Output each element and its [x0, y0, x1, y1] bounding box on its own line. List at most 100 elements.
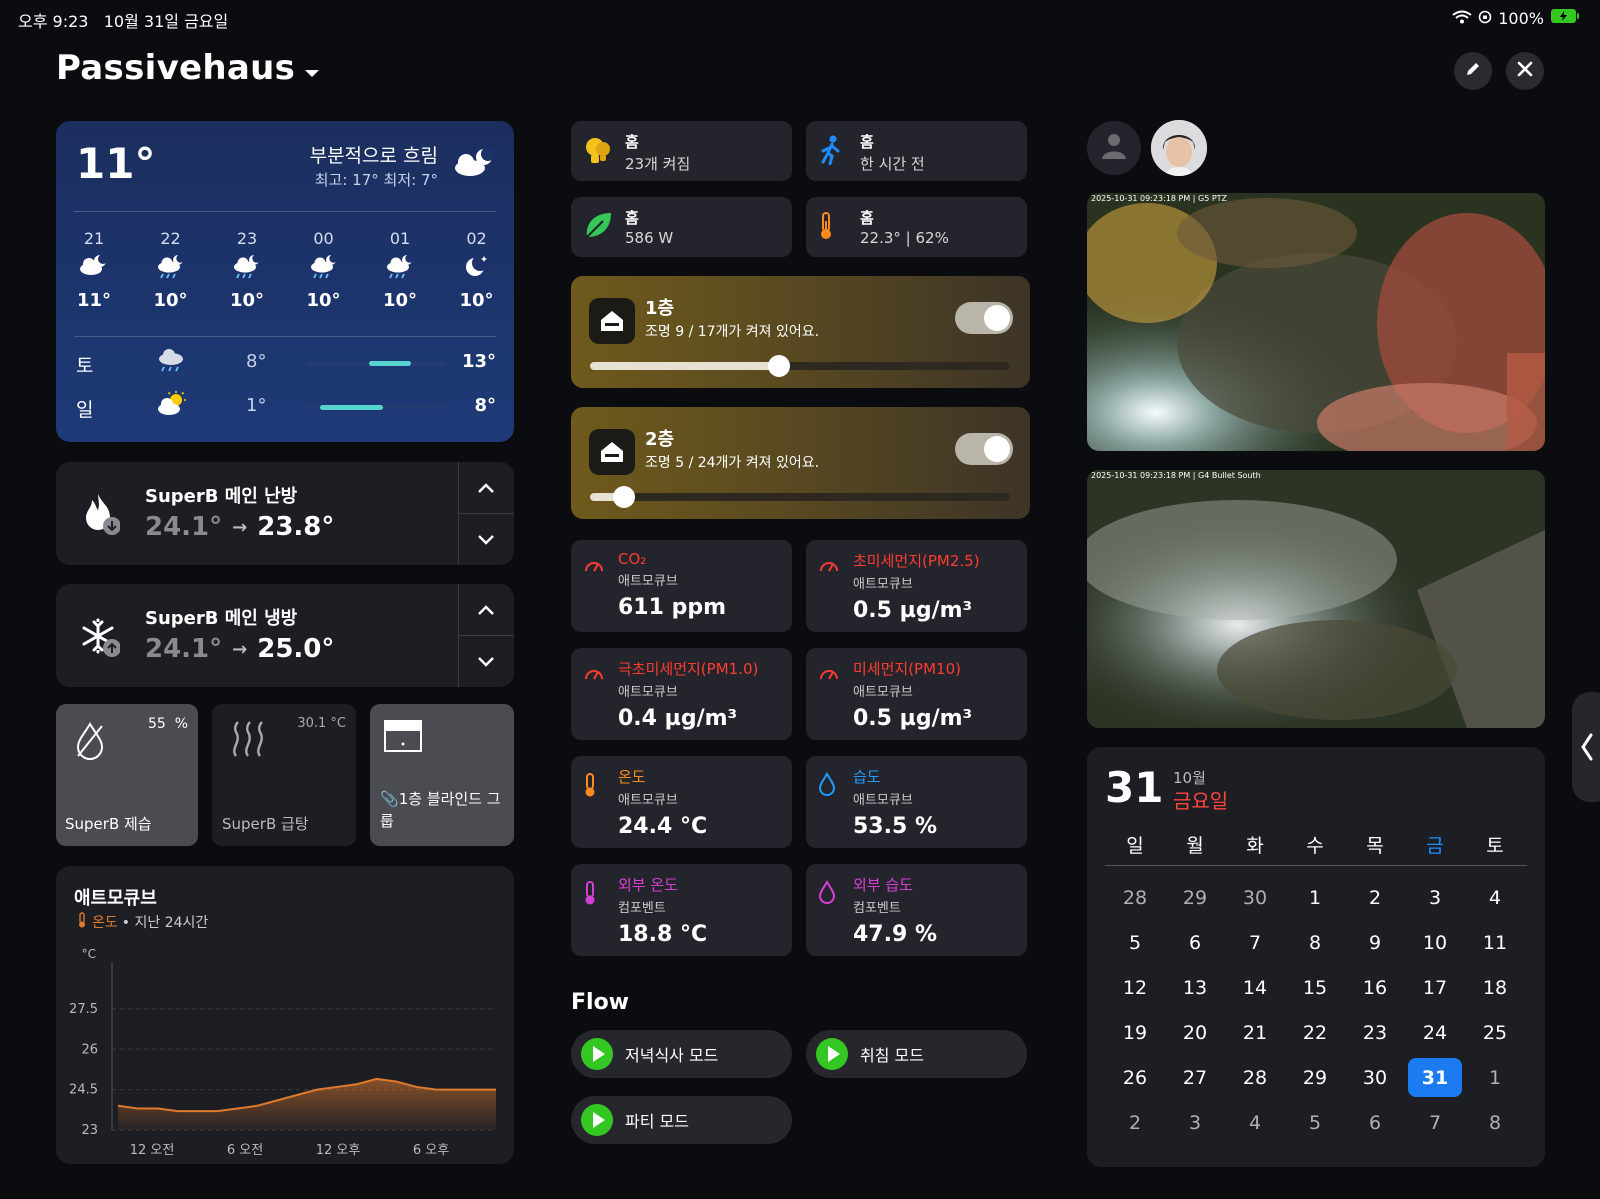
calendar-day-cell[interactable]: 1	[1285, 875, 1345, 920]
calendar-day-cell[interactable]: 5	[1285, 1100, 1345, 1145]
sensor-tile[interactable]: 습도 애트모큐브 53.5 %	[806, 756, 1027, 848]
floor-toggle[interactable]	[955, 302, 1013, 334]
user-avatar[interactable]	[1151, 120, 1207, 176]
chart-card[interactable]: 애트모큐브 온도 • 지난 24시간 °C 23 24.5 26 27.5 12 오전 6 …	[56, 866, 514, 1164]
guest-avatar[interactable]	[1087, 121, 1141, 175]
weather-card[interactable]: 11° 부분적으로 흐림 최고: 17° 최저: 7° 21 11° 22 10°…	[56, 121, 514, 442]
sensor-tile[interactable]: 외부 습도 컴포벤트 47.9 %	[806, 864, 1027, 956]
status-tile-sub: 23개 켜짐	[625, 155, 691, 173]
x-tick-label: 12 오후	[316, 1143, 361, 1158]
x-tick-label: 12 오전	[130, 1143, 175, 1158]
calendar-day-cell[interactable]: 22	[1285, 1010, 1345, 1055]
calendar-day-cell[interactable]: 8	[1285, 920, 1345, 965]
calendar-day-cell[interactable]: 4	[1465, 875, 1525, 920]
dehumidifier-tile[interactable]: 55 % SuperB 제습	[56, 704, 198, 846]
sensor-tile[interactable]: CO₂ 애트모큐브 611 ppm	[571, 540, 792, 632]
status-tile[interactable]: 홈 22.3° | 62%	[806, 197, 1027, 257]
calendar-day-cell[interactable]: 7	[1225, 920, 1285, 965]
calendar-day-cell[interactable]: 10	[1405, 920, 1465, 965]
calendar-day-cell[interactable]: 28	[1225, 1055, 1285, 1100]
calendar-day-cell[interactable]: 17	[1405, 965, 1465, 1010]
calendar-day-cell[interactable]: 1	[1465, 1055, 1525, 1100]
battery-icon	[1550, 8, 1580, 28]
heating-card[interactable]: SuperB 메인 난방 24.1° → 23.8°	[56, 462, 514, 565]
calendar-day-cell[interactable]: 13	[1165, 965, 1225, 1010]
calendar-day-cell[interactable]: 27	[1165, 1055, 1225, 1100]
calendar-card[interactable]: 31 10월 금요일 일월화수목금토 28 29 30 1 2 3 4 5 6 7 8 9 10 11 12…	[1087, 747, 1545, 1167]
edit-button[interactable]	[1454, 52, 1492, 90]
camera-feed-bullet[interactable]: 2025-10-31 09:23:18 PM | G4 Bullet South	[1087, 470, 1545, 728]
calendar-day-cell[interactable]: 31	[1408, 1058, 1462, 1097]
calendar-day-cell[interactable]: 8	[1465, 1100, 1525, 1145]
sensor-tile[interactable]: 외부 온도 컴포벤트 18.8 °C	[571, 864, 792, 956]
calendar-day-cell[interactable]: 24	[1405, 1010, 1465, 1055]
side-panel-handle[interactable]	[1572, 692, 1600, 802]
close-button[interactable]	[1506, 52, 1544, 90]
sensor-tile[interactable]: 미세먼지(PM10) 애트모큐브 0.5 µg/m³	[806, 648, 1027, 740]
calendar-day-cell[interactable]: 3	[1405, 875, 1465, 920]
calendar-day-cell[interactable]: 19	[1105, 1010, 1165, 1055]
cloud-moon-icon	[452, 147, 496, 183]
calendar-day-cell[interactable]: 9	[1345, 920, 1405, 965]
calendar-day-cell[interactable]: 6	[1165, 920, 1225, 965]
temp-up-button[interactable]	[458, 462, 514, 513]
temp-down-button[interactable]	[458, 514, 514, 565]
slider-handle[interactable]	[768, 355, 790, 377]
climate-name: SuperB 메인 난방	[145, 486, 298, 507]
calendar-day-cell[interactable]: 28	[1105, 875, 1165, 920]
calendar-day-cell[interactable]: 16	[1345, 965, 1405, 1010]
sensor-tile[interactable]: 온도 애트모큐브 24.4 °C	[571, 756, 792, 848]
hotwater-tile[interactable]: 30.1 °C SuperB 급탕	[212, 704, 356, 846]
flow-dinner-button[interactable]: 저녁식사 모드	[571, 1030, 792, 1078]
house-icon	[589, 429, 635, 475]
camera-feed-ptz[interactable]: 2025-10-31 09:23:18 PM | G5 PTZ	[1087, 193, 1545, 451]
flow-party-button[interactable]: 파티 모드	[571, 1096, 792, 1144]
sensor-tile[interactable]: 초미세먼지(PM2.5) 애트모큐브 0.5 µg/m³	[806, 540, 1027, 632]
calendar-day-cell[interactable]: 30	[1345, 1055, 1405, 1100]
calendar-day-cell[interactable]: 29	[1285, 1055, 1345, 1100]
calendar-day-cell[interactable]: 7	[1405, 1100, 1465, 1145]
calendar-day-cell[interactable]: 26	[1105, 1055, 1165, 1100]
cooling-card[interactable]: SuperB 메인 냉방 24.1° → 25.0°	[56, 584, 514, 687]
calendar-day-cell[interactable]: 11	[1465, 920, 1525, 965]
calendar-day-cell[interactable]: 21	[1225, 1010, 1285, 1055]
temp-down-button[interactable]	[458, 636, 514, 687]
calendar-day-cell[interactable]: 20	[1165, 1010, 1225, 1055]
calendar-day-cell[interactable]: 5	[1105, 920, 1165, 965]
floor-lighting-card[interactable]: 1층 조명 9 / 17개가 켜져 있어요.	[571, 276, 1030, 388]
calendar-day-cell[interactable]: 23	[1345, 1010, 1405, 1055]
calendar-day-cell[interactable]: 2	[1345, 875, 1405, 920]
calendar-day-cell[interactable]: 30	[1225, 875, 1285, 920]
orientation-lock-icon	[1478, 9, 1492, 28]
slider-handle[interactable]	[612, 486, 635, 508]
blinds-tile[interactable]: 📎1층 블라인드 그룹	[370, 704, 514, 846]
calendar-day-cell[interactable]: 3	[1165, 1100, 1225, 1145]
battery-level: 100%	[1498, 8, 1544, 28]
brightness-slider[interactable]	[590, 355, 1010, 377]
calendar-day-cell[interactable]: 6	[1345, 1100, 1405, 1145]
sensor-tile[interactable]: 극초미세먼지(PM1.0) 애트모큐브 0.4 µg/m³	[571, 648, 792, 740]
calendar-day-cell[interactable]: 18	[1465, 965, 1525, 1010]
calendar-day-cell[interactable]: 2	[1105, 1100, 1165, 1145]
status-tile[interactable]: 홈 한 시간 전	[806, 121, 1027, 181]
y-tick-label: 23	[81, 1123, 98, 1138]
home-selector[interactable]: Passivehaus	[56, 48, 321, 88]
floor-lighting-card[interactable]: 2층 조명 5 / 24개가 켜져 있어요.	[571, 407, 1030, 519]
calendar-day-cell[interactable]: 14	[1225, 965, 1285, 1010]
blinds-label: 1층 블라인드 그룹	[380, 790, 501, 830]
calendar-day-cell[interactable]: 25	[1465, 1010, 1525, 1055]
play-icon	[816, 1038, 848, 1070]
blinds-icon	[384, 720, 422, 756]
calendar-day-cell[interactable]: 15	[1285, 965, 1345, 1010]
calendar-day-cell[interactable]: 29	[1165, 875, 1225, 920]
flow-sleep-button[interactable]: 취침 모드	[806, 1030, 1027, 1078]
floor-toggle[interactable]	[955, 433, 1013, 465]
status-tile[interactable]: 홈 586 W	[571, 197, 792, 257]
calendar-day-cell[interactable]: 12	[1105, 965, 1165, 1010]
status-tile[interactable]: 홈 23개 켜짐	[571, 121, 792, 181]
weekday-header: 토	[1486, 834, 1504, 857]
moon-stars-icon	[452, 254, 502, 284]
temp-up-button[interactable]	[458, 584, 514, 635]
brightness-slider[interactable]	[590, 486, 1010, 508]
calendar-day-cell[interactable]: 4	[1225, 1100, 1285, 1145]
